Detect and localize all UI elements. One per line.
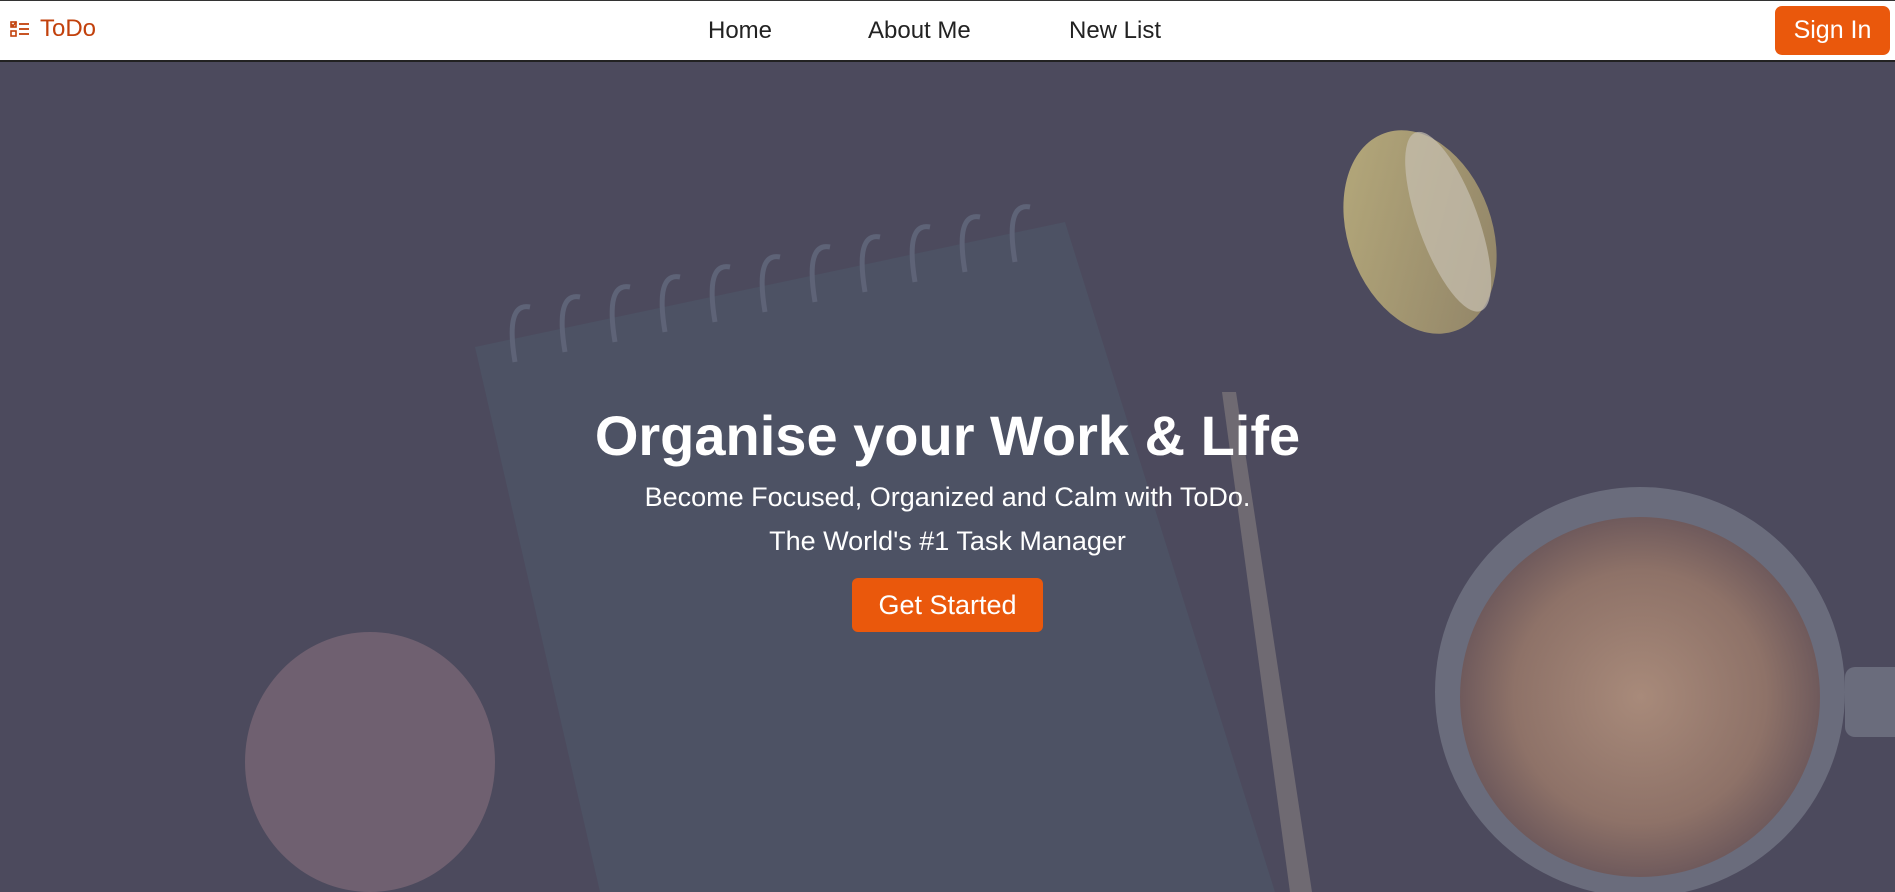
checklist-icon	[10, 21, 29, 37]
cup-handle	[1845, 667, 1895, 737]
hero-content: Organise your Work & Life Become Focused…	[0, 404, 1895, 632]
brand-name: ToDo	[40, 15, 97, 42]
nav-link-home[interactable]: Home	[708, 17, 772, 45]
hero-title: Organise your Work & Life	[594, 404, 1301, 467]
brand-logo[interactable]: ToDo	[10, 15, 96, 43]
sign-in-button[interactable]: Sign In	[1775, 6, 1890, 55]
navbar: ToDo Home About Me New List Sign In	[0, 0, 1895, 62]
get-started-button[interactable]: Get Started	[852, 578, 1043, 632]
hero-subtitle: Become Focused, Organized and Calm with …	[644, 482, 1251, 512]
hero-section: Organise your Work & Life Become Focused…	[0, 62, 1895, 892]
nav-link-about-me[interactable]: About Me	[868, 17, 971, 45]
nav-link-new-list[interactable]: New List	[1069, 17, 1161, 45]
hero-tagline: The World's #1 Task Manager	[769, 526, 1126, 556]
macaron-bottom	[245, 632, 495, 892]
